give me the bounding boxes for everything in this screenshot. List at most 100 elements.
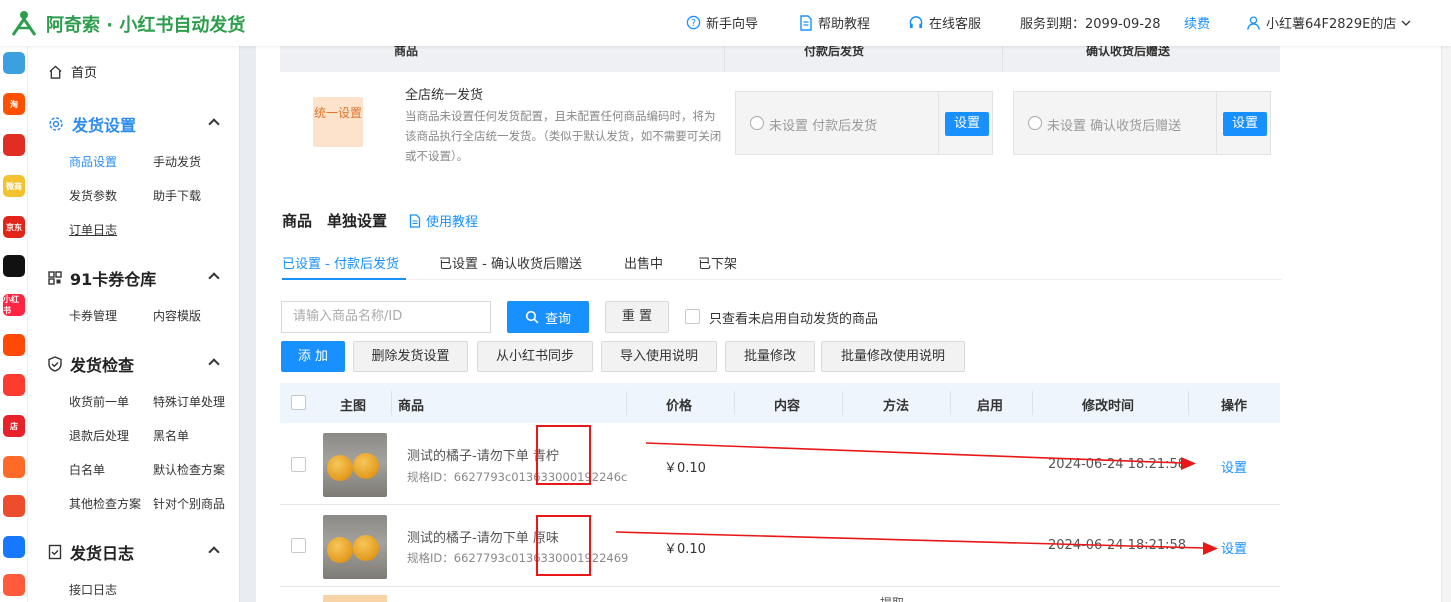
sidebar-item-manual-ship[interactable]: 手动发货 [153,153,201,170]
annotation-box [536,515,591,576]
sidebar-item-card-manage[interactable]: 卡券管理 [69,307,117,324]
guide-link[interactable]: ? 新手向导 [686,13,758,32]
batch-edit-instructions-button[interactable]: 批量修改使用说明 [821,341,965,372]
column-divider [626,391,627,415]
sidebar-item-blacklist[interactable]: 黑名单 [153,427,189,444]
store-menu[interactable]: 小红薯64F2829E的店 [1246,13,1411,32]
chevron-down-icon [1401,20,1411,26]
service-label: 在线客服 [929,17,982,32]
content-gutter [240,46,256,602]
sidebar-item-default-check[interactable]: 默认检查方案 [153,461,225,478]
import-instructions-button[interactable]: 导入使用说明 [601,341,717,372]
reset-button[interactable]: 重 置 [605,301,669,333]
sidebar-group-ship-log[interactable]: 发货日志 [48,540,134,564]
radio-icon[interactable] [750,116,764,130]
table-row: 测试的橘子-请勿下单 青柠 规格ID：6627793c0136330001922… [280,424,1280,505]
orange-shape [327,455,353,481]
radio-icon[interactable] [1028,116,1042,130]
column-divider [724,46,725,72]
delete-shipping-button[interactable]: 删除发货设置 [353,341,468,372]
help-link[interactable]: 帮助教程 [799,13,870,32]
gear-icon [49,117,63,131]
sidebar-item-after-refund[interactable]: 退款后处理 [69,427,129,444]
service-link[interactable]: 在线客服 [908,13,981,32]
column-divider [1032,391,1033,415]
option-divider [938,92,939,154]
sidebar-item-before-receipt[interactable]: 收货前一单 [69,393,129,410]
sidebar-item-ship-params[interactable]: 发货参数 [69,187,117,204]
sidebar-group-card-warehouse[interactable]: 91卡券仓库 [48,266,156,290]
svg-text:?: ? [691,18,696,29]
app-title: 阿奇索 · 小红书自动发货 [46,15,246,36]
sidebar-item-specific-product[interactable]: 针对个别商品 [153,495,225,512]
kuaishou-icon[interactable] [3,334,25,356]
help-label: 帮助教程 [818,17,871,32]
taobao-icon[interactable]: 淘 [3,93,25,115]
query-button[interactable]: 查询 [507,301,589,333]
chevron-up-icon[interactable] [208,118,220,130]
sidebar-group-label: 发货检查 [70,356,135,375]
douyin-icon[interactable] [3,255,25,277]
row-checkbox[interactable] [291,457,306,472]
confirm-after-set-button[interactable]: 设置 [1223,112,1267,136]
sidebar-item-whitelist[interactable]: 白名单 [69,461,105,478]
app-window: 阿奇索 · 小红书自动发货 ? 新手向导 帮助教程 在线客服 服务到期：2099… [0,0,1451,602]
col-price: 价格 [666,399,693,414]
sidebar-home[interactable]: 首页 [48,62,97,81]
sidebar-item-other-check[interactable]: 其他检查方案 [69,495,141,512]
sidebar-group-shipping-settings[interactable]: 发货设置 [48,112,136,136]
pay-after-set-button[interactable]: 设置 [945,112,989,136]
sidebar-item-content-template[interactable]: 内容模版 [153,307,201,324]
logo-icon [11,11,37,36]
sidebar-group-label: 91卡券仓库 [70,270,157,289]
renew-link[interactable]: 续费 [1184,13,1210,32]
tutorial-link[interactable]: 使用教程 [409,211,478,230]
row-set-link[interactable]: 设置 [1221,538,1247,557]
sidebar-item-product-settings[interactable]: 商品设置 [69,153,117,170]
gift-icon[interactable] [3,574,25,596]
chevron-up-icon[interactable] [208,272,220,284]
tab-on-sale[interactable]: 出售中 [624,253,663,272]
tab-confirm-after[interactable]: 已设置 - 确认收货后赠送 [439,253,582,272]
product-image [323,515,387,579]
tab-pay-after[interactable]: 已设置 - 付款后发货 [282,253,399,272]
orange-shape [353,453,379,479]
scrollbar[interactable] [1441,46,1451,602]
sync-xiaohongshu-button[interactable]: 从小红书同步 [477,341,593,372]
row-checkbox[interactable] [291,538,306,553]
jd-icon[interactable]: 京东 [3,216,25,238]
table-row: 测试的橘子-请勿下单 原味 规格ID：6627793c0136330001922… [280,506,1280,587]
link-icon[interactable] [3,536,25,558]
help-circle-icon: ? [686,15,701,30]
shopee-icon[interactable] [3,495,25,517]
hand-icon[interactable] [3,456,25,478]
qr-icon[interactable] [3,52,25,74]
sidebar-item-special-orders[interactable]: 特殊订单处理 [153,393,225,410]
sidebar-item-assistant-download[interactable]: 助手下载 [153,187,201,204]
spec-id: 规格ID：6627793c0136330001922469 [407,551,629,565]
sidebar-item-api-log[interactable]: 接口日志 [69,581,117,598]
query-label: 查询 [544,311,571,327]
only-disabled-checkbox[interactable] [685,309,700,324]
chevron-up-icon[interactable] [208,358,220,370]
orange-shape [353,535,379,561]
row-set-link[interactable]: 设置 [1221,457,1247,476]
search-input[interactable]: 请输入商品名称/ID [281,301,491,333]
pinduoduo-icon[interactable] [3,134,25,156]
select-all-checkbox[interactable] [291,395,306,410]
thumb-icon[interactable] [3,374,25,396]
expiry-text: 服务到期：2099-09-28 [1020,17,1161,32]
platform-rail: 淘微商 京东 小红书店 [0,46,28,602]
document-icon [800,14,812,31]
dian-icon[interactable]: 店 [3,415,25,437]
chevron-up-icon[interactable] [208,546,220,558]
tab-off-shelf[interactable]: 已下架 [698,253,737,272]
sidebar: 首页 发货设置 商品设置 手动发货 发货参数 助手下载 订单日志 91卡券仓库 … [28,46,240,602]
weidian-icon[interactable]: 微商 [3,175,25,197]
sidebar-group-ship-check[interactable]: 发货检查 [48,352,134,376]
sidebar-item-order-log[interactable]: 订单日志 [69,221,117,238]
confirm-after-status: 未设置 确认收货后赠送 [1047,119,1182,134]
xiaohongshu-icon[interactable]: 小红书 [3,294,25,316]
batch-edit-button[interactable]: 批量修改 [725,341,815,372]
add-button[interactable]: 添 加 [281,341,345,372]
